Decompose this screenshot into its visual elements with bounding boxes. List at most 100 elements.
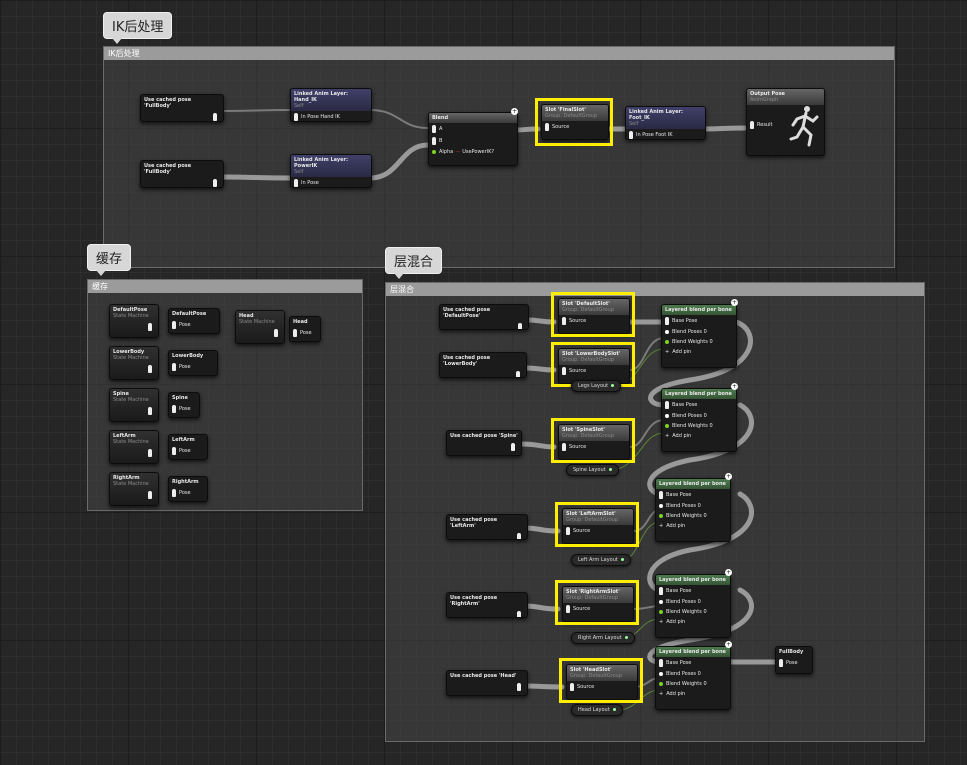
layout-variable-node[interactable]: Spine Layout [566, 464, 619, 476]
pose-pin-icon[interactable] [213, 179, 217, 187]
save-cached-pose-node[interactable]: RightArm Pose [168, 476, 208, 502]
pose-pin-icon[interactable] [659, 600, 663, 604]
pose-pin-icon[interactable] [570, 683, 574, 691]
pose-pin-icon[interactable] [518, 323, 522, 329]
layered-blend-per-bone-node[interactable]: Layered blend per bone Base Pose Blend P… [655, 478, 731, 542]
pose-pin-icon[interactable] [148, 365, 152, 373]
use-cached-pose-node[interactable]: Use cached pose 'Spine' [446, 430, 522, 456]
add-pin-icon[interactable]: + [659, 619, 663, 625]
float-pin-icon[interactable] [624, 636, 628, 639]
pose-pin-icon[interactable] [517, 683, 521, 691]
layout-variable-node[interactable]: Legs Layout [571, 380, 622, 392]
use-cached-pose-node[interactable]: Use cached pose 'DefaultPose' [439, 304, 529, 330]
pose-pin-icon[interactable] [294, 179, 298, 187]
float-pin-icon[interactable] [612, 708, 616, 711]
layered-blend-per-bone-node[interactable]: Layered blend per bone Base Pose Blend P… [655, 646, 731, 710]
pose-pin-icon[interactable] [779, 659, 783, 667]
blend-node[interactable]: Blend A B Alpha — UsePowerIK? [428, 112, 518, 166]
pose-pin-icon[interactable] [659, 504, 663, 508]
pose-pin-icon[interactable] [274, 329, 278, 337]
state-machine-node[interactable]: Spine State Machine [109, 388, 159, 422]
state-machine-node[interactable]: LowerBody State Machine [109, 346, 159, 380]
layered-blend-per-bone-node[interactable]: Layered blend per bone Base Pose Blend P… [655, 574, 731, 638]
pose-pin-icon[interactable] [750, 121, 754, 129]
node-info-icon[interactable]: + [725, 641, 732, 648]
float-pin-icon[interactable] [659, 682, 663, 686]
pose-pin-icon[interactable] [562, 367, 566, 375]
float-pin-icon[interactable] [665, 340, 669, 344]
save-cached-pose-node[interactable]: DefaultPose Pose [168, 308, 220, 334]
pose-pin-icon[interactable] [517, 611, 521, 617]
pose-pin-icon[interactable] [665, 330, 669, 334]
save-cached-pose-node[interactable]: FullBody Pose [775, 646, 813, 674]
pose-pin-icon[interactable] [293, 329, 297, 337]
use-cached-pose-node[interactable]: Use cached pose 'LeftArm' [446, 514, 528, 540]
node-info-icon[interactable]: + [731, 383, 738, 390]
add-pin-icon[interactable]: + [659, 523, 663, 529]
pose-pin-icon[interactable] [659, 491, 663, 499]
pose-pin-icon[interactable] [545, 123, 549, 131]
slot-node[interactable]: Slot 'LeftArmSlot' Group: DefaultGroup Sou… [562, 508, 634, 544]
pose-pin-icon[interactable] [148, 491, 152, 499]
pose-pin-icon[interactable] [566, 605, 570, 613]
add-pin-icon[interactable]: + [665, 349, 669, 355]
pose-pin-icon[interactable] [432, 137, 436, 145]
pose-pin-icon[interactable] [659, 587, 663, 595]
float-pin-icon[interactable] [611, 384, 615, 387]
pose-pin-icon[interactable] [516, 371, 520, 377]
pose-pin-icon[interactable] [172, 405, 176, 413]
pose-pin-icon[interactable] [659, 672, 663, 676]
layered-blend-per-bone-node[interactable]: Layered blend per bone Base Pose Blend P… [661, 388, 737, 452]
pose-pin-icon[interactable] [511, 443, 515, 451]
state-machine-node[interactable]: DefaultPose State Machine [109, 304, 159, 338]
pose-pin-icon[interactable] [665, 401, 669, 409]
layout-variable-node[interactable]: Right Arm Layout [571, 632, 635, 644]
slot-node[interactable]: Slot 'LowerBodySlot' Group: DefaultGroup S… [558, 348, 630, 384]
pose-pin-icon[interactable] [172, 447, 176, 455]
float-pin-icon[interactable] [659, 514, 663, 518]
node-info-icon[interactable]: + [511, 108, 518, 115]
layout-variable-node[interactable]: Head Layout [571, 704, 623, 716]
slot-node[interactable]: Slot 'DefaultSlot' Group: DefaultGroup Sou… [558, 298, 630, 334]
pose-pin-icon[interactable] [562, 317, 566, 325]
save-cached-pose-node[interactable]: LeftArm Pose [168, 434, 208, 460]
slot-node[interactable]: Slot 'SpineSlot' Group: DefaultGroup Sourc… [558, 424, 630, 460]
pose-pin-icon[interactable] [148, 449, 152, 457]
linked-anim-layer-foot-ik[interactable]: Linked Anim Layer: Foot_IK Self In Pose F… [625, 106, 706, 140]
state-machine-node[interactable]: RightArm State Machine [109, 472, 159, 506]
pose-pin-icon[interactable] [294, 113, 298, 121]
use-cached-pose-node[interactable]: Use cached pose 'LowerBody' [439, 352, 527, 378]
layered-blend-per-bone-node[interactable]: Layered blend per bone Base Pose Blend P… [661, 304, 737, 368]
slot-final-node[interactable]: Slot 'FinalSlot' Group: DefaultGroup Sour… [541, 104, 609, 140]
pose-pin-icon[interactable] [148, 323, 152, 331]
save-cached-pose-node[interactable]: LowerBody Pose [168, 350, 218, 376]
pose-pin-icon[interactable] [629, 131, 633, 139]
use-cached-pose-node[interactable]: Use cached pose 'Head' [446, 670, 528, 696]
layout-variable-node[interactable]: Left Arm Layout [571, 554, 631, 566]
pose-pin-icon[interactable] [562, 443, 566, 451]
pose-pin-icon[interactable] [432, 125, 436, 133]
add-pin-icon[interactable]: + [665, 433, 669, 439]
node-info-icon[interactable]: + [725, 569, 732, 576]
linked-anim-layer-powerik[interactable]: Linked Anim Layer: PowerIK Self In Pose [290, 154, 372, 188]
pose-pin-icon[interactable] [148, 407, 152, 415]
pose-pin-icon[interactable] [172, 489, 176, 497]
pose-pin-icon[interactable] [665, 414, 669, 418]
pose-pin-icon[interactable] [517, 533, 521, 539]
output-pose-node[interactable]: Output Pose AnimGraph Result [746, 88, 825, 156]
state-machine-node[interactable]: Head State Machine [235, 310, 285, 344]
slot-node[interactable]: Slot 'RightArmSlot' Group: DefaultGroup So… [562, 586, 634, 622]
pose-pin-icon[interactable] [172, 321, 176, 329]
node-info-icon[interactable]: + [725, 473, 732, 480]
use-cached-pose-node[interactable]: Use cached pose 'FullBody' [140, 160, 224, 188]
slot-node[interactable]: Slot 'HeadSlot' Group: DefaultGroup Source [566, 664, 638, 700]
pose-pin-icon[interactable] [665, 317, 669, 325]
float-pin-icon[interactable] [432, 150, 436, 154]
use-cached-pose-node[interactable]: Use cached pose 'FullBody' [140, 94, 224, 122]
pose-pin-icon[interactable] [566, 527, 570, 535]
linked-anim-layer-hand-ik[interactable]: Linked Anim Layer: Hand_IK Self In Pose H… [290, 88, 372, 122]
state-machine-node[interactable]: LeftArm State Machine [109, 430, 159, 464]
save-cached-pose-node[interactable]: Spine Pose [168, 392, 200, 418]
pose-pin-icon[interactable] [213, 113, 217, 121]
node-info-icon[interactable]: + [731, 299, 738, 306]
